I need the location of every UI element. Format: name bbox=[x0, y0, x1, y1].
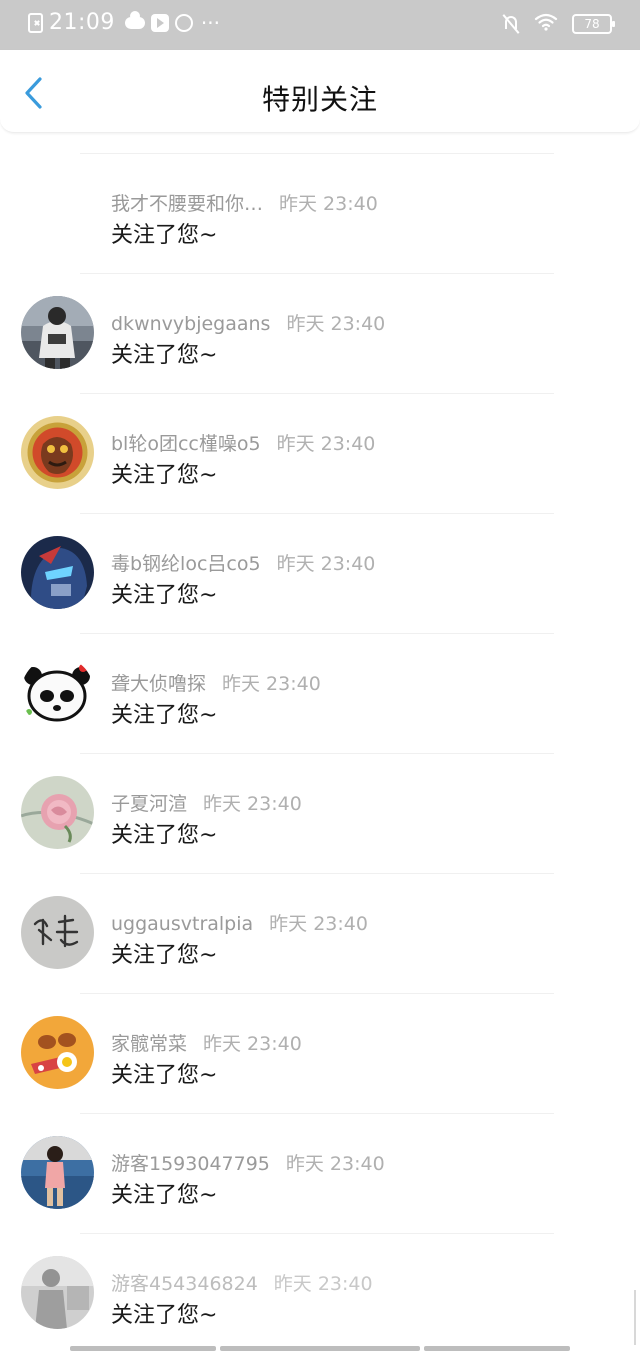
notification-x-icon bbox=[28, 12, 43, 33]
wifi-icon bbox=[534, 13, 558, 35]
avatar[interactable] bbox=[21, 416, 94, 489]
avatar[interactable] bbox=[21, 1256, 94, 1329]
list-item[interactable]: 毒b钢纶loc吕co5 昨天 23:40 关注了您~ bbox=[0, 513, 640, 633]
sync-icon bbox=[174, 13, 193, 32]
item-timestamp: 昨天 23:40 bbox=[285, 1153, 385, 1175]
status-bar: 21:09 ··· 78 bbox=[0, 0, 640, 50]
list-item[interactable]: dkwnvybjegaans 昨天 23:40 关注了您~ bbox=[0, 273, 640, 393]
item-name-line: 聋大侦噜探 昨天 23:40 bbox=[111, 669, 321, 696]
item-name-line: 游客1593047795 昨天 23:40 bbox=[111, 1149, 385, 1176]
item-message: 关注了您~ bbox=[111, 223, 218, 248]
item-timestamp: 昨天 23:40 bbox=[269, 913, 368, 935]
item-message: 关注了您~ bbox=[111, 1183, 218, 1208]
item-timestamp: 昨天 23:40 bbox=[203, 793, 302, 815]
bell-muted-icon bbox=[502, 14, 520, 34]
page-title: 特别关注 bbox=[261, 83, 378, 116]
tab-indicator-segment bbox=[70, 1346, 216, 1351]
avatar[interactable] bbox=[21, 656, 94, 729]
status-bar-right: 78 bbox=[502, 13, 615, 35]
item-username: 游客1593047795 bbox=[111, 1153, 270, 1175]
item-timestamp: 昨天 23:40 bbox=[279, 193, 378, 215]
item-name-line: uggausvtralpia 昨天 23:40 bbox=[111, 909, 368, 936]
list-item[interactable]: bl轮o团cc槿噪o5 昨天 23:40 关注了您~ bbox=[0, 393, 640, 513]
item-message: 关注了您~ bbox=[111, 1303, 218, 1328]
item-message: 关注了您~ bbox=[111, 703, 218, 728]
item-name-line: 游客454346824 昨天 23:40 bbox=[111, 1269, 373, 1296]
cloud-icon bbox=[124, 10, 145, 29]
item-username: bl轮o团cc槿噪o5 bbox=[111, 433, 261, 455]
item-timestamp: 昨天 23:40 bbox=[203, 1033, 302, 1055]
item-username: dkwnvybjegaans bbox=[111, 313, 271, 335]
list-item[interactable]: 家髋常菜 昨天 23:40 关注了您~ bbox=[0, 993, 640, 1113]
item-name-line: 毒b钢纶loc吕co5 昨天 23:40 bbox=[111, 549, 375, 576]
item-username: uggausvtralpia bbox=[111, 913, 254, 935]
list-item[interactable]: 聋大侦噜探 昨天 23:40 关注了您~ bbox=[0, 633, 640, 753]
item-name-line: bl轮o团cc槿噪o5 昨天 23:40 bbox=[111, 429, 375, 456]
tab-indicator-segment bbox=[220, 1346, 420, 1351]
item-message: 关注了您~ bbox=[111, 1063, 218, 1088]
item-name-line: dkwnvybjegaans 昨天 23:40 bbox=[111, 309, 385, 336]
item-timestamp: 昨天 23:40 bbox=[276, 433, 376, 455]
item-timestamp: 昨天 23:40 bbox=[222, 673, 321, 695]
list-item[interactable]: 我才不腰要和你… 昨天 23:40 关注了您~ bbox=[0, 153, 640, 273]
item-username: 聋大侦噜探 bbox=[111, 673, 207, 695]
item-name-line: 家髋常菜 昨天 23:40 bbox=[111, 1029, 302, 1056]
avatar[interactable] bbox=[21, 296, 94, 369]
avatar[interactable] bbox=[21, 776, 94, 849]
battery-icon: 78 bbox=[572, 14, 615, 34]
avatar[interactable] bbox=[21, 1016, 94, 1089]
item-username: 家髋常菜 bbox=[111, 1033, 188, 1055]
item-timestamp: 昨天 23:40 bbox=[273, 1273, 373, 1295]
item-timestamp: 昨天 23:40 bbox=[286, 313, 386, 335]
item-name-line: 我才不腰要和你… 昨天 23:40 bbox=[111, 189, 378, 216]
play-icon bbox=[150, 13, 169, 32]
item-message: 关注了您~ bbox=[111, 823, 218, 848]
item-username: 游客454346824 bbox=[111, 1273, 258, 1295]
overflow-dots: ··· bbox=[200, 10, 220, 35]
list-item[interactable]: 子夏河渲 昨天 23:40 关注了您~ bbox=[0, 753, 640, 873]
item-username: 毒b钢纶loc吕co5 bbox=[111, 553, 261, 575]
header-bar: 特别关注 bbox=[0, 50, 640, 133]
item-username: 我才不腰要和你… bbox=[111, 193, 264, 215]
status-time: 21:09 bbox=[49, 10, 115, 35]
item-timestamp: 昨天 23:40 bbox=[276, 553, 376, 575]
tab-indicator-segment bbox=[424, 1346, 570, 1351]
scroll-indicator bbox=[634, 1290, 636, 1345]
list-item[interactable]: 游客454346824 昨天 23:40 关注了您~ bbox=[0, 1233, 640, 1353]
item-name-line: 子夏河渲 昨天 23:40 bbox=[111, 789, 302, 816]
item-message: 关注了您~ bbox=[111, 463, 218, 488]
avatar[interactable] bbox=[21, 536, 94, 609]
status-bar-left: 21:09 ··· bbox=[28, 10, 220, 35]
bottom-tab-indicator bbox=[70, 1346, 570, 1351]
item-username: 子夏河渲 bbox=[111, 793, 188, 815]
item-message: 关注了您~ bbox=[111, 583, 218, 608]
list-item[interactable]: 游客1593047795 昨天 23:40 关注了您~ bbox=[0, 1113, 640, 1233]
list-item[interactable]: uggausvtralpia 昨天 23:40 关注了您~ bbox=[0, 873, 640, 993]
avatar[interactable] bbox=[21, 896, 94, 969]
item-message: 关注了您~ bbox=[111, 343, 218, 368]
item-message: 关注了您~ bbox=[111, 943, 218, 968]
avatar[interactable] bbox=[21, 1136, 94, 1209]
